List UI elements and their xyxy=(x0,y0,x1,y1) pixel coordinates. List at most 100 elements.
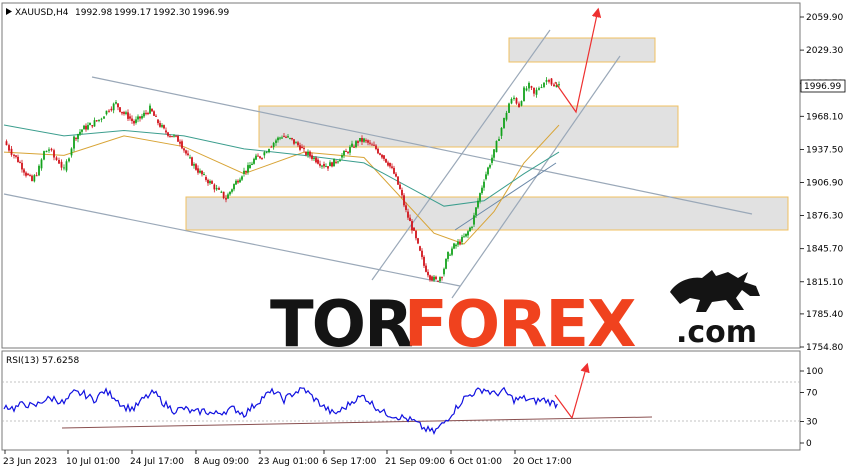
candle-body xyxy=(313,157,315,159)
x-tick-label: 6 Oct 01:00 xyxy=(449,457,502,467)
candle-body xyxy=(40,159,43,169)
candle-body xyxy=(351,143,353,147)
candle-body xyxy=(530,86,533,88)
candle-body xyxy=(339,160,341,162)
x-tick-label: 6 Sep 17:00 xyxy=(322,457,377,467)
candle-body xyxy=(533,87,535,94)
candle-body xyxy=(147,112,149,114)
candle-body xyxy=(479,193,481,201)
candle-body xyxy=(347,152,349,154)
candle-body xyxy=(485,174,487,180)
candle-body xyxy=(205,176,207,180)
candle-body xyxy=(123,112,125,114)
candle-body xyxy=(48,149,50,151)
header-symbol: XAUUSD,H4 xyxy=(15,8,69,18)
price-axis: 2059.902029.301998.701968.101937.501906.… xyxy=(800,13,843,353)
candle-body xyxy=(467,231,469,236)
candle-body xyxy=(79,131,81,135)
x-tick-label: 10 Jul 01:00 xyxy=(66,457,120,467)
candle-body xyxy=(157,119,159,124)
candle-body xyxy=(508,103,510,113)
candle-body xyxy=(112,103,115,111)
candle-body xyxy=(303,148,305,150)
candle-body xyxy=(125,112,127,114)
candle-body xyxy=(451,248,453,255)
candle-body xyxy=(411,221,413,231)
candle-body xyxy=(443,268,445,275)
candle-body xyxy=(191,157,193,166)
candle-body xyxy=(137,116,139,120)
candle-body xyxy=(383,155,385,159)
candle-body xyxy=(375,145,377,150)
candle-body xyxy=(5,141,8,146)
y-tick-label: 1754.80 xyxy=(806,343,843,353)
candle-body xyxy=(81,129,83,132)
x-tick-label: 23 Jun 2023 xyxy=(3,457,57,467)
candle-body xyxy=(429,275,431,280)
candle-body xyxy=(255,155,257,160)
candle-body xyxy=(197,168,199,173)
candle-body xyxy=(473,215,475,225)
candle-body xyxy=(327,166,329,169)
candle-body xyxy=(455,244,457,247)
rsi-axis: 100 70 30 0 xyxy=(800,367,823,449)
candle-body xyxy=(373,144,375,146)
candle-body xyxy=(518,103,520,108)
x-tick-label: 21 Sep 09:00 xyxy=(385,457,445,467)
candle-body xyxy=(287,136,289,138)
candle-body xyxy=(277,137,279,141)
candle-body xyxy=(453,243,455,249)
rsi-header: RSI(13) 57.6258 xyxy=(6,356,79,366)
candle-body xyxy=(139,116,141,119)
candle-body xyxy=(289,137,291,139)
candle-body xyxy=(227,194,229,199)
candle-body xyxy=(385,158,387,163)
header-low: 1992.30 xyxy=(153,8,190,18)
candle-body xyxy=(389,162,391,167)
candle-body xyxy=(471,226,473,228)
candle-body xyxy=(355,141,357,147)
candle-body xyxy=(145,112,147,114)
candle-body xyxy=(401,189,403,196)
candle-body xyxy=(249,164,251,169)
candle-body xyxy=(538,88,540,90)
candle-body xyxy=(377,148,379,154)
candle-body xyxy=(405,205,407,210)
candle-body xyxy=(189,157,191,159)
candle-body xyxy=(173,135,175,137)
candle-body xyxy=(349,146,351,153)
candle-body xyxy=(495,140,498,153)
y-tick-label: 1815.10 xyxy=(806,278,843,288)
candle-body xyxy=(357,141,359,143)
candle-body xyxy=(393,167,395,174)
candle-body xyxy=(68,158,70,162)
candle-body xyxy=(19,162,21,164)
candle-body xyxy=(108,110,110,112)
candle-body xyxy=(195,164,197,170)
candle-body xyxy=(371,144,373,146)
candle-body xyxy=(163,125,165,129)
candle-body xyxy=(487,167,489,175)
candle-body xyxy=(259,156,261,159)
candle-body xyxy=(369,142,371,144)
y-tick-label: 1845.70 xyxy=(806,245,843,255)
candle-body xyxy=(239,179,241,183)
candle-body xyxy=(155,115,157,117)
candle-body xyxy=(475,207,477,216)
candle-body xyxy=(413,227,415,231)
candle-body xyxy=(403,195,405,206)
candle-body xyxy=(550,78,553,85)
candle-body xyxy=(235,180,237,185)
candle-body xyxy=(177,135,179,142)
candle-body xyxy=(309,151,311,156)
candle-body xyxy=(335,161,337,163)
candle-body xyxy=(199,170,201,173)
candle-body xyxy=(171,136,173,138)
candle-body xyxy=(105,110,108,115)
candle-body xyxy=(225,198,227,200)
candle-body xyxy=(85,125,87,130)
candle-body xyxy=(21,162,23,170)
candle-body xyxy=(329,162,331,167)
candle-body xyxy=(175,135,177,137)
candle-body xyxy=(493,149,495,158)
